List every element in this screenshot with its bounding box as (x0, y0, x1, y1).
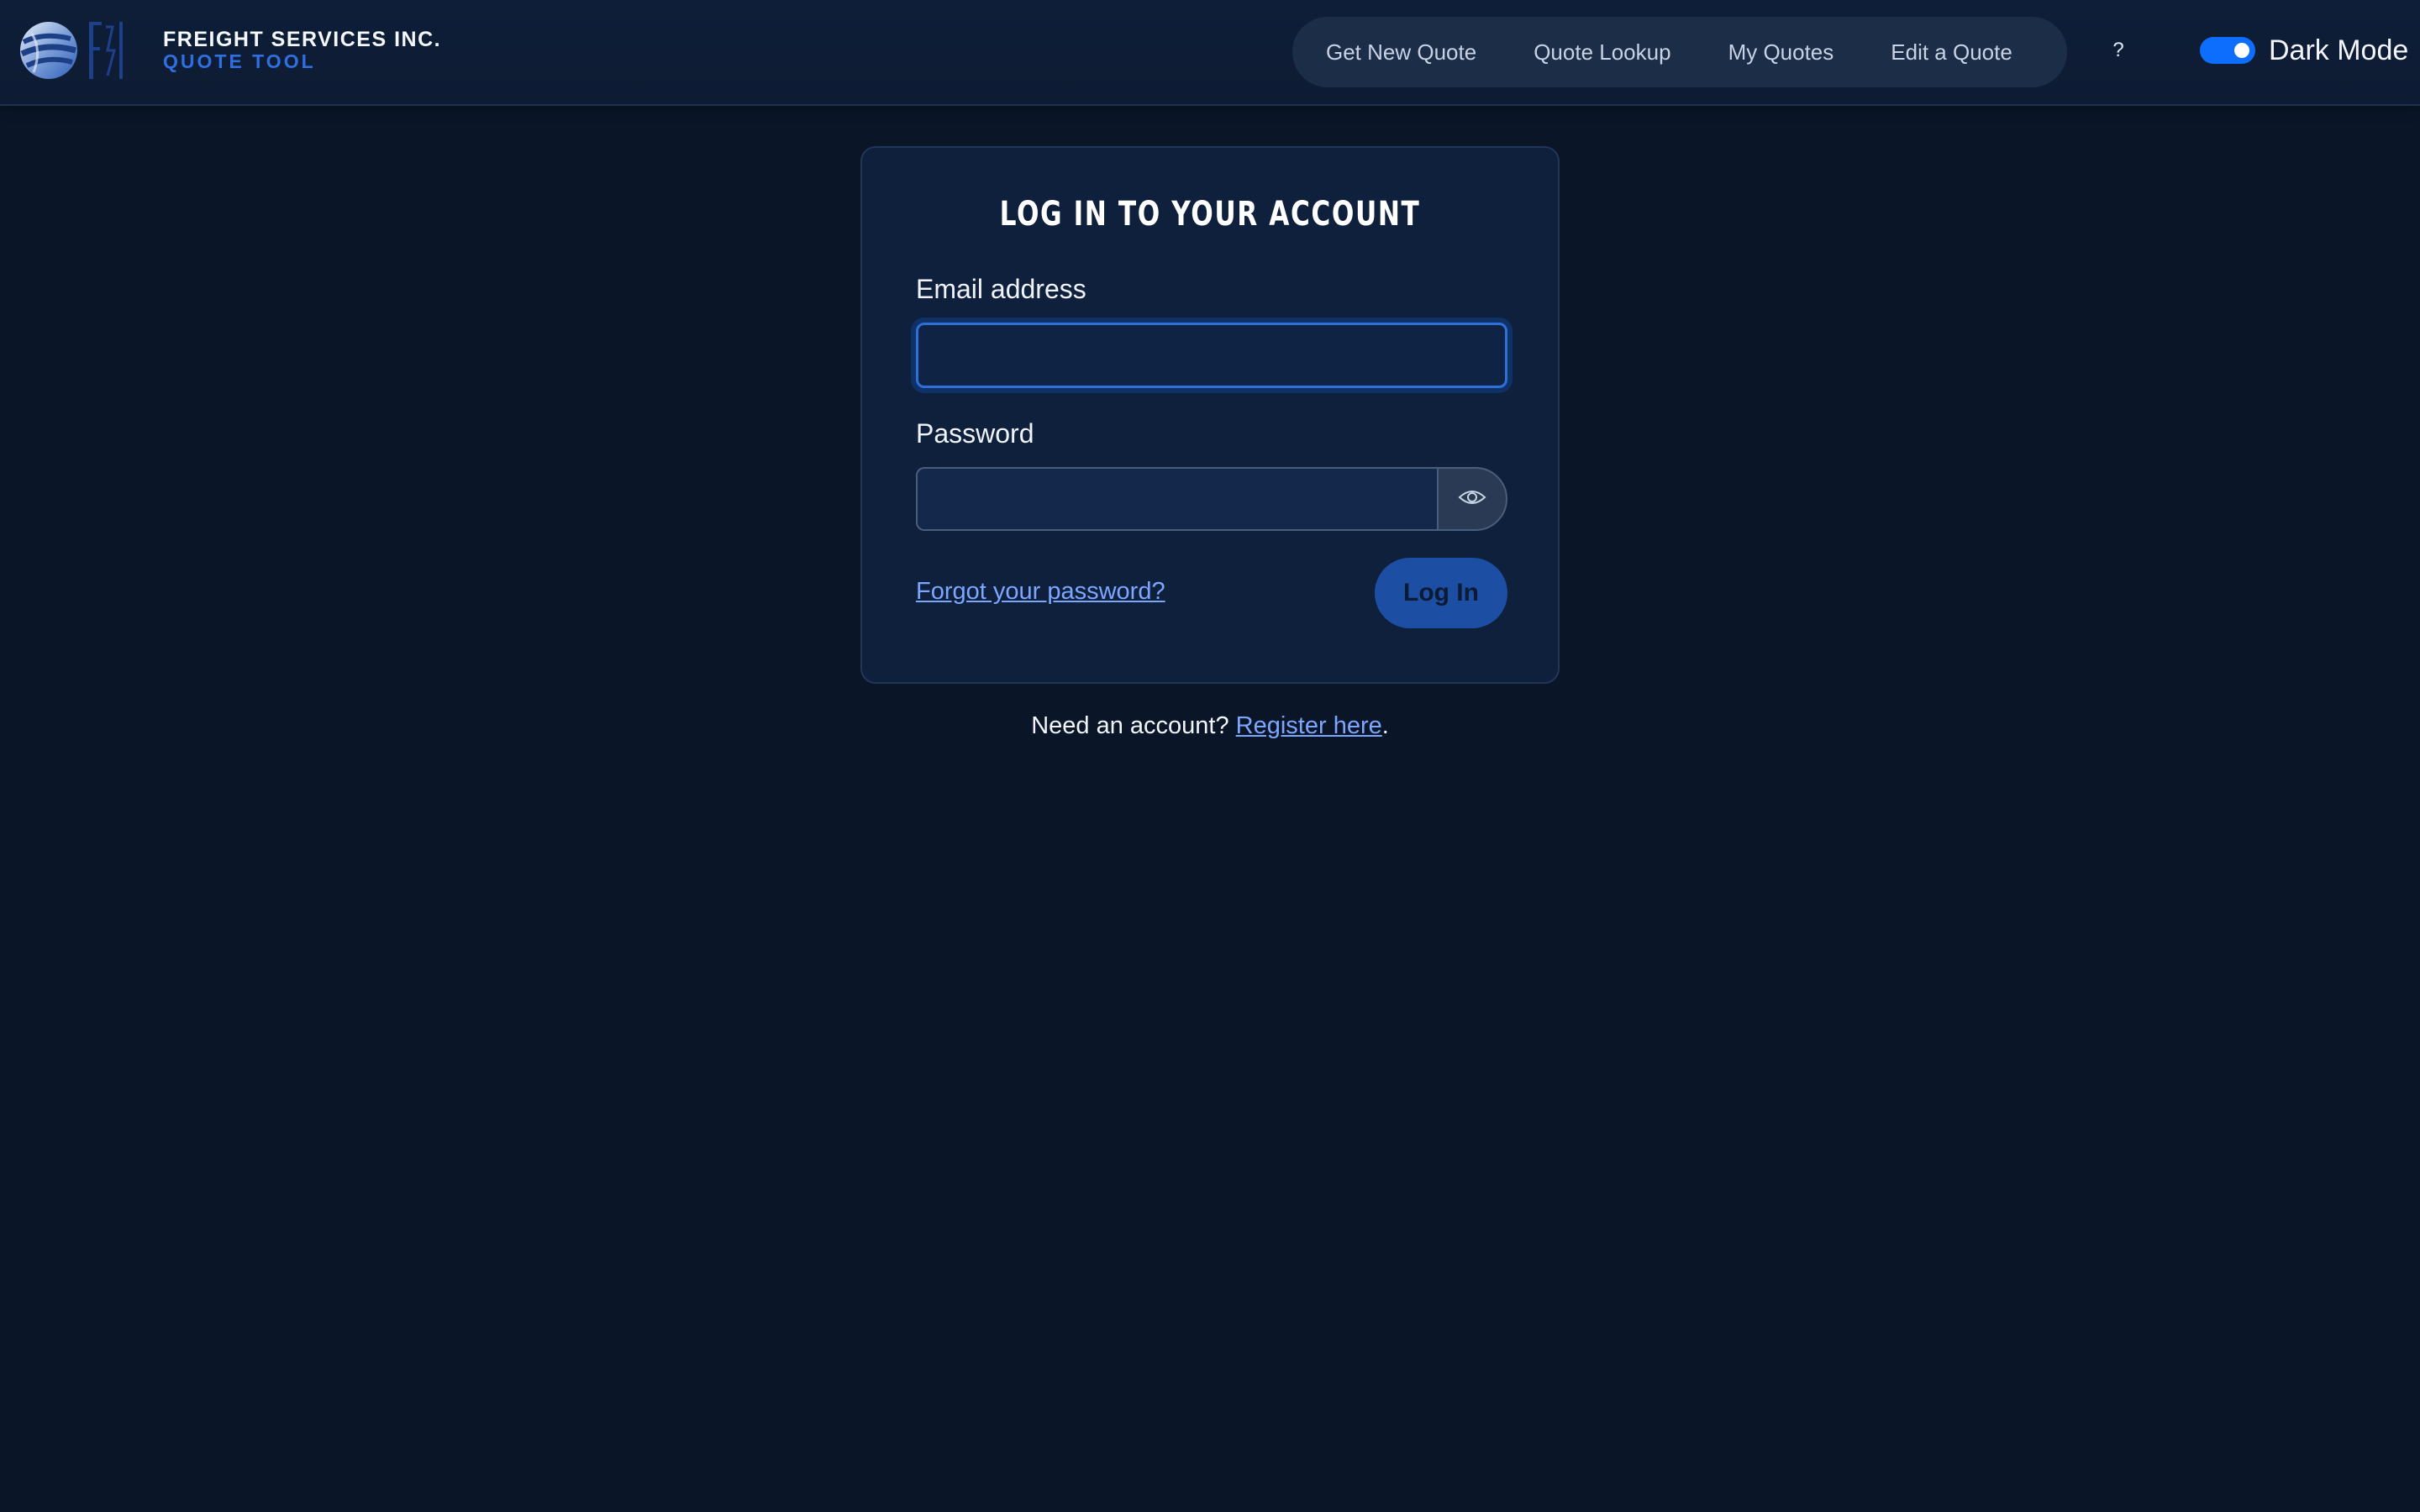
register-suffix: . (1381, 712, 1389, 739)
brand-logo-link[interactable]: FREIGHT SERVICES INC. QUOTE TOOL (18, 17, 441, 84)
nav-edit-a-quote[interactable]: Edit a Quote (1874, 27, 2029, 77)
register-prompt-text: Need an account? (1031, 712, 1229, 739)
password-input[interactable] (916, 467, 1437, 531)
dark-mode-toggle[interactable]: Dark Mode (2200, 27, 2408, 74)
eye-icon (1458, 488, 1486, 511)
product-name: QUOTE TOOL (163, 50, 316, 72)
email-label: Email address (916, 274, 1086, 304)
login-title: LOG IN TO YOUR ACCOUNT (999, 195, 1421, 234)
nav-get-new-quote[interactable]: Get New Quote (1309, 27, 1493, 77)
nav-my-quotes[interactable]: My Quotes (1712, 27, 1851, 77)
password-label: Password (916, 418, 1034, 449)
login-card: LOG IN TO YOUR ACCOUNT Email address Pas… (860, 146, 1560, 684)
password-group (916, 467, 1507, 531)
nav-quote-lookup[interactable]: Quote Lookup (1517, 27, 1687, 77)
globe-fsi-logo (18, 17, 128, 84)
company-name: FREIGHT SERVICES INC. (163, 28, 442, 51)
help-link[interactable]: ? (2107, 34, 2129, 67)
brand-text: FREIGHT SERVICES INC. QUOTE TOOL (163, 29, 441, 71)
email-input[interactable] (916, 323, 1507, 388)
register-prompt: Need an account? Register here. (0, 712, 2420, 740)
forgot-password-link[interactable]: Forgot your password? (916, 578, 1165, 606)
switch-knob (2234, 43, 2249, 58)
toggle-password-visibility-button[interactable] (1437, 467, 1507, 531)
top-navbar: FREIGHT SERVICES INC. QUOTE TOOL Get New… (0, 0, 2420, 106)
main-nav: Get New Quote Quote Lookup My Quotes Edi… (1292, 17, 2067, 87)
dark-mode-switch[interactable] (2200, 37, 2255, 64)
log-in-button[interactable]: Log In (1375, 558, 1507, 628)
dark-mode-label: Dark Mode (2269, 34, 2409, 66)
register-link[interactable]: Register here (1236, 712, 1382, 739)
